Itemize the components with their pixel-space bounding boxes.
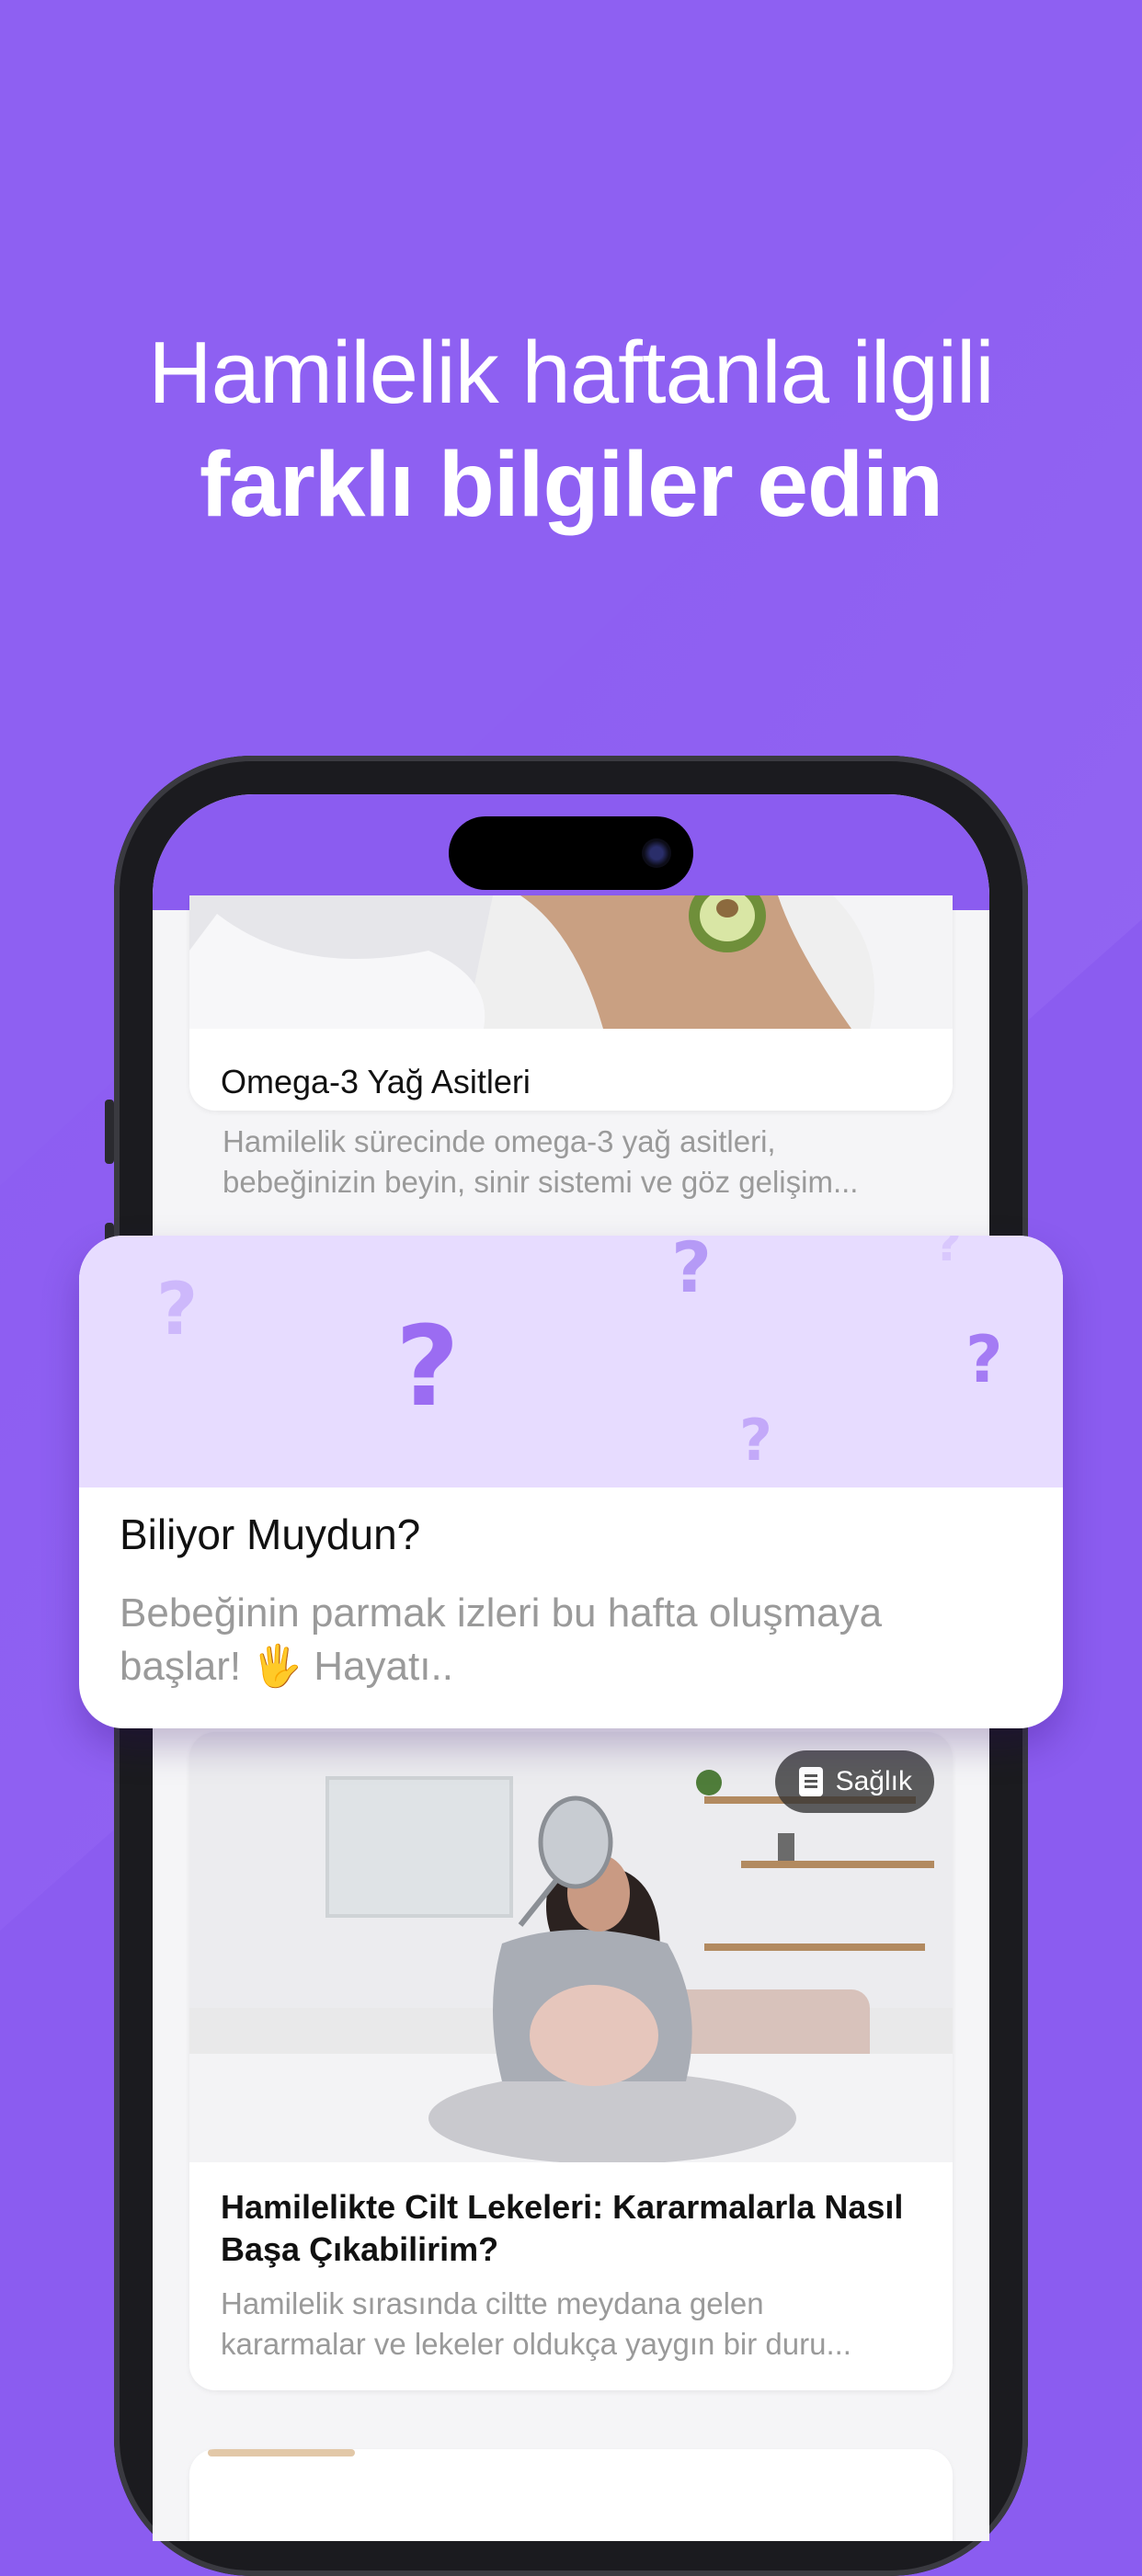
article-description-line: Hamilelik sürecinde omega-3 yağ asitleri…: [223, 1124, 776, 1158]
article-description-line: Hamilelik sırasında ciltte meydana gelen: [221, 2286, 764, 2320]
article-card-skin[interactable]: Sağlık Hamilelikte Cilt Lekeleri: Kararm…: [189, 1732, 953, 2390]
question-mark-icon: ?: [671, 1236, 713, 1308]
article-card-omega3[interactable]: Omega-3 Yağ Asitleri: [189, 895, 953, 1111]
question-mark-icon: ?: [395, 1304, 460, 1431]
category-badge-label: Sağlık: [835, 1766, 912, 1796]
article-card-next[interactable]: [189, 2449, 953, 2541]
article-image-omega3: [189, 895, 953, 1029]
camera-icon: [642, 838, 671, 868]
article-title-line: Başa Çıkabilirim?: [221, 2230, 499, 2268]
headline-line-1: Hamilelik haftanla ilgili: [148, 324, 994, 422]
did-you-know-title: Biliyor Muydun?: [120, 1510, 421, 1558]
did-you-know-text-line: başlar! 🖐 Hayatı..: [120, 1644, 453, 1689]
article-title: Omega-3 Yağ Asitleri: [221, 1063, 531, 1100]
did-you-know-text-line: Bebeğinin parmak izleri bu hafta oluşmay…: [120, 1590, 883, 1636]
did-you-know-header: ? ? ? ? ? ?: [79, 1236, 1063, 1487]
headline-line-2: farklı bilgiler edin: [200, 433, 943, 536]
category-badge[interactable]: Sağlık: [774, 1750, 934, 1813]
did-you-know-card[interactable]: ? ? ? ? ? ? Biliyor Muydun? Bebeğinin pa…: [79, 1236, 1063, 1728]
did-you-know-text: Bebeğinin parmak izleri bu hafta oluşmay…: [120, 1587, 1002, 1693]
article-title-line: Hamilelikte Cilt Lekeleri: Kararmalarla …: [221, 2188, 904, 2226]
phone-side-button: [105, 1100, 114, 1164]
question-mark-icon: ?: [965, 1322, 1003, 1397]
question-mark-icon: ?: [934, 1236, 963, 1272]
question-mark-icon: ?: [156, 1269, 199, 1351]
document-icon: [798, 1767, 823, 1796]
headline: Hamilelik haftanla ilgili farklı bilgile…: [0, 322, 1142, 544]
article-description-line: bebeğinizin beyin, sinir sistemi ve göz …: [223, 1165, 859, 1199]
dynamic-island: [449, 816, 693, 890]
article-description-line: kararmalar ve lekeler oldukça yaygın bir…: [221, 2327, 851, 2361]
question-mark-icon: ?: [739, 1407, 772, 1474]
